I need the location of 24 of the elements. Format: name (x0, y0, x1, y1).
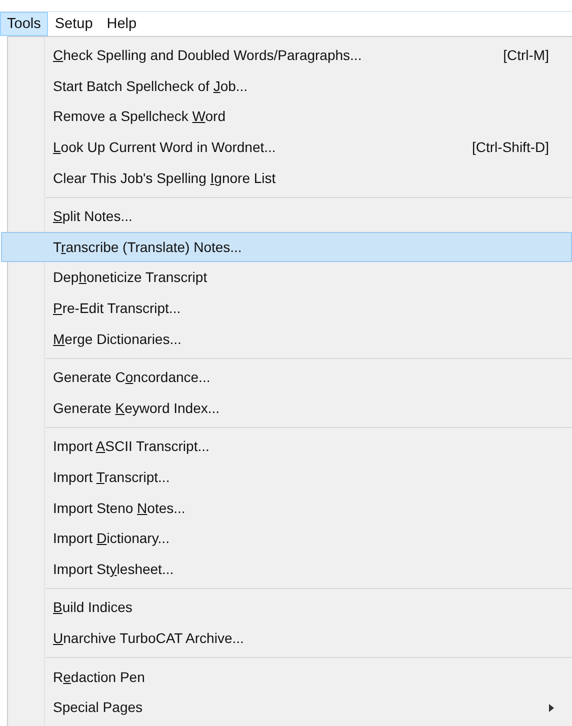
menu-item[interactable]: Dephoneticize Transcript (8, 262, 572, 293)
menu-item[interactable]: Import Dictionary... (8, 522, 572, 554)
menu-item[interactable]: Generate Keyword Index... (8, 392, 572, 424)
menu-item[interactable]: Unarchive TurboCAT Archive... (8, 622, 572, 654)
menu-item[interactable]: Merge Dictionaries... (8, 323, 572, 354)
menu-item[interactable]: Split Notes... (8, 200, 572, 232)
menu-item[interactable]: Pre-Edit Transcript... (8, 292, 572, 324)
menu-item[interactable]: Generate Concordance... (8, 362, 572, 393)
menu-item[interactable]: Import Stylesheet... (8, 554, 572, 584)
menu-item[interactable]: Import Transcript... (8, 462, 572, 492)
menu-item[interactable]: Import Steno Notes... (8, 492, 572, 523)
menu-title[interactable]: Tools (0, 12, 48, 36)
menu-item[interactable]: Import ASCII Transcript... (8, 431, 572, 462)
menu-title[interactable]: Setup (48, 12, 100, 36)
menu-title[interactable]: Help (100, 12, 144, 36)
menu-item[interactable]: Check Spelling and Doubled Words/Paragraphs... [Ctrl-M] (8, 40, 572, 71)
menu-item[interactable]: Remove a Spellcheck Word (8, 101, 572, 132)
menu-item[interactable]: Look Up Current Word in Wordnet... [Ctrl-Shift-D] (8, 132, 572, 162)
menu-item[interactable]: Redaction Pen (8, 661, 572, 692)
menu-item[interactable]: Build Indices (8, 592, 572, 623)
menu-item[interactable]: Start Batch Spellcheck of Job... (8, 70, 572, 102)
menu-item[interactable]: Transcribe (Translate) Notes... (1, 232, 572, 262)
menu-item[interactable]: Clear This Job's Spelling Ignore List (8, 162, 572, 193)
menu-item[interactable]: Special Pages (8, 692, 572, 722)
